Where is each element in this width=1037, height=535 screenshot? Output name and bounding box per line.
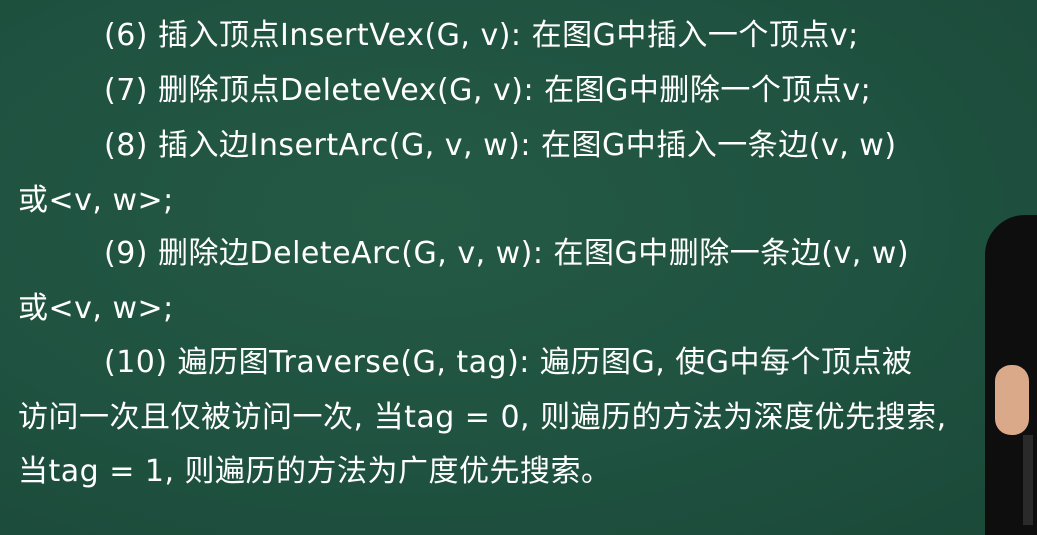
presenter-microphone bbox=[1023, 435, 1033, 525]
presenter-hand bbox=[995, 365, 1029, 435]
slide-text-line-8-cont: 或<v, w>; bbox=[18, 183, 174, 218]
slide-text-line-6: (6) 插入顶点InsertVex(G, v): 在图G中插入一个顶点v; bbox=[104, 18, 859, 53]
presenter-figure bbox=[979, 205, 1037, 535]
slide-text-line-10: (10) 遍历图Traverse(G, tag): 遍历图G, 使G中每个顶点被 bbox=[104, 345, 913, 380]
slide-text-line-10-cont: 访问一次且仅被访问一次, 当tag = 0, 则遍历的方法为深度优先搜索, bbox=[18, 400, 947, 435]
slide-text-line-9: (9) 删除边DeleteArc(G, v, w): 在图G中删除一条边(v, … bbox=[104, 236, 910, 271]
slide-text-line-7: (7) 删除顶点DeleteVex(G, v): 在图G中删除一个顶点v; bbox=[104, 73, 872, 108]
slide-text-line-10-end: 当tag = 1, 则遍历的方法为广度优先搜索。 bbox=[18, 454, 612, 489]
slide-text-line-8: (8) 插入边InsertArc(G, v, w): 在图G中插入一条边(v, … bbox=[104, 128, 897, 163]
chalkboard-background: (6) 插入顶点InsertVex(G, v): 在图G中插入一个顶点v; (7… bbox=[0, 0, 1037, 535]
slide-text-line-9-cont: 或<v, w>; bbox=[18, 291, 174, 326]
